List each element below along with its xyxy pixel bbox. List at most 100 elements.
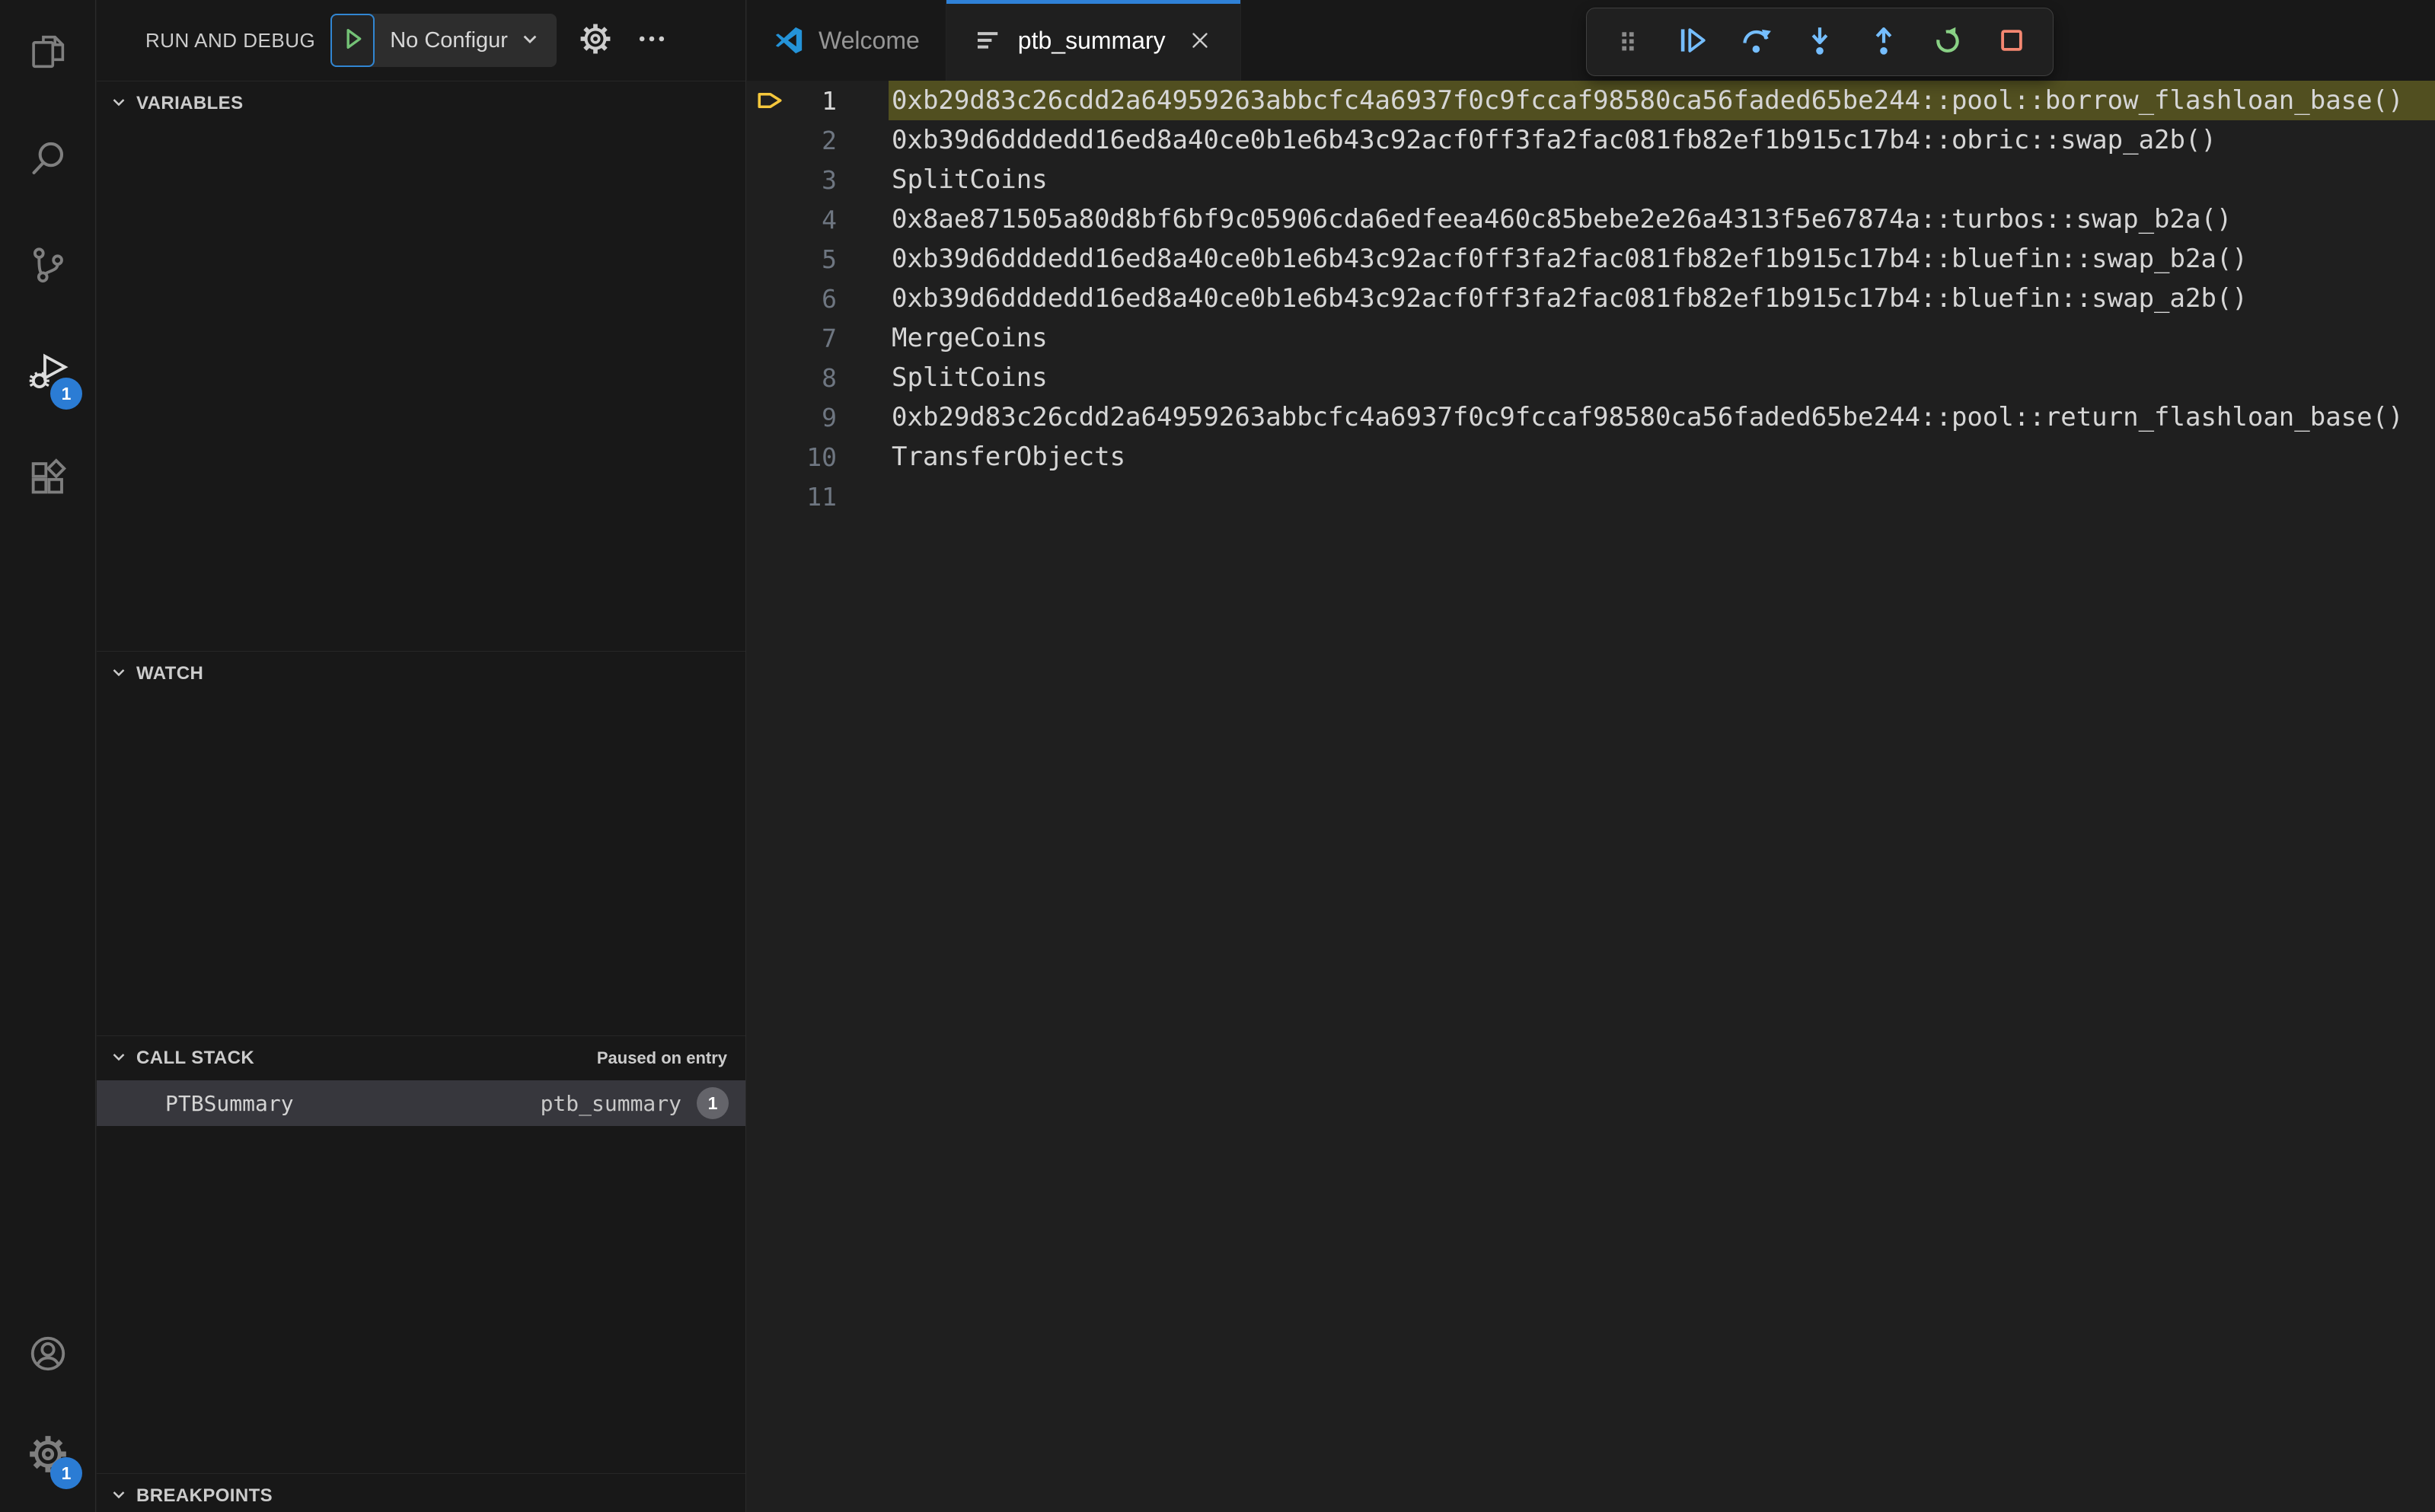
step-over-icon [1738,23,1773,62]
gripper-icon [1610,23,1645,62]
search-icon [27,138,69,183]
activity-bar-top: 1 [0,0,95,533]
code-text[interactable]: SplitCoins [889,358,2435,397]
continue-button[interactable] [1674,24,1710,60]
step-into-button[interactable] [1802,24,1838,60]
call-stack-status: Paused on entry [596,1048,727,1067]
continue-icon [1674,23,1709,62]
variables-section-header[interactable]: VARIABLES [97,81,745,126]
sidebar-header: RUN AND DEBUG No Configur [97,0,745,81]
call-stack-section-header[interactable]: CALL STACK Paused on entry [97,1036,745,1080]
debug-count-badge: 1 [50,378,82,410]
code-text[interactable]: 0x8ae871505a80d8bf6bf9c05906cda6edfeea46… [889,199,2435,239]
code-line: 9 0xb29d83c26cdd2a64959263abbcfc4a6937f0… [747,397,2435,437]
line-number[interactable]: 6 [747,284,837,314]
step-out-button[interactable] [1865,24,1902,60]
variables-section-label: VARIABLES [136,93,244,113]
activity-account-button[interactable] [0,1305,96,1405]
file-lines-icon [972,24,1004,56]
code-text[interactable]: TransferObjects [889,437,2435,477]
restart-icon [1930,23,1965,62]
gear-icon [579,22,612,59]
debug-config-dropdown[interactable]: No Configur [375,14,557,67]
line-number[interactable]: 4 [747,205,837,234]
debug-toolbar [1586,8,2054,76]
code-line: 2 0xb39d6dddedd16ed8a40ce0b1e6b43c92acf0… [747,120,2435,160]
call-stack-section: CALL STACK Paused on entry PTBSummary pt… [97,1035,745,1473]
code-line: 10 TransferObjects [747,437,2435,477]
line-number[interactable]: 3 [747,165,837,195]
chevron-down-icon [107,661,130,687]
call-stack-section-label: CALL STACK [136,1048,255,1068]
close-icon[interactable] [1186,26,1214,55]
code-line: 5 0xb39d6dddedd16ed8a40ce0b1e6b43c92acf0… [747,239,2435,279]
chevron-down-icon [107,1045,130,1072]
breakpoints-section-header[interactable]: BREAKPOINTS [97,1474,745,1512]
activity-extensions-button[interactable] [0,426,96,533]
variables-section: VARIABLES [97,81,745,651]
activity-run-and-debug-button[interactable]: 1 [0,320,96,426]
code-text[interactable]: SplitCoins [889,160,2435,199]
code-text[interactable]: 0xb29d83c26cdd2a64959263abbcfc4a6937f0c9… [889,81,2435,120]
activity-bar: 1 1 [0,0,96,1512]
tab-ptb-summary[interactable]: ptb_summary [946,0,1241,81]
step-over-button[interactable] [1738,24,1774,60]
debug-config-label: No Configur [390,27,508,53]
code-text[interactable]: 0xb39d6dddedd16ed8a40ce0b1e6b43c92acf0ff… [889,279,2435,318]
tab-welcome[interactable]: Welcome [747,0,946,81]
line-number[interactable]: 10 [747,442,837,472]
chevron-down-icon [107,1483,130,1510]
activity-bar-bottom: 1 [0,1305,95,1512]
vscode-logo-icon [773,24,805,56]
code-line: 6 0xb39d6dddedd16ed8a40ce0b1e6b43c92acf0… [747,279,2435,318]
editor-group: Welcome ptb_summary 1 0xb29d83c26cdd2a64… [747,0,2435,1512]
activity-explorer-button[interactable] [0,0,96,107]
stop-icon [1994,23,2029,62]
activity-settings-button[interactable]: 1 [0,1405,96,1506]
code-text[interactable]: MergeCoins [889,318,2435,358]
breakpoints-section: BREAKPOINTS [97,1473,745,1512]
debug-settings-gear-button[interactable] [578,23,613,58]
line-number[interactable]: 5 [747,244,837,274]
code-line: 7 MergeCoins [747,318,2435,358]
code-editor: 1 0xb29d83c26cdd2a64959263abbcfc4a6937f0… [747,81,2435,516]
code-text[interactable]: 0xb29d83c26cdd2a64959263abbcfc4a6937f0c9… [889,397,2435,437]
toolbar-drag-handle[interactable] [1610,24,1646,60]
activity-search-button[interactable] [0,107,96,213]
step-into-icon [1802,23,1837,62]
code-text[interactable] [889,477,2435,516]
debug-launch-control: No Configur [330,14,557,67]
line-number[interactable]: 11 [747,482,837,512]
code-line: 11 [747,477,2435,516]
start-debugging-icon [337,24,368,58]
tab-ptb-summary-label: ptb_summary [1017,26,1166,54]
code-line: 4 0x8ae871505a80d8bf6bf9c05906cda6edfeea… [747,199,2435,239]
settings-count-badge: 1 [50,1457,82,1489]
line-number[interactable]: 2 [747,126,837,155]
current-stack-frame-arrow-icon [753,84,787,117]
views-more-actions-button[interactable] [634,23,669,58]
code-line: 1 0xb29d83c26cdd2a64959263abbcfc4a6937f0… [747,81,2435,120]
line-number[interactable]: 8 [747,363,837,393]
watch-section: WATCH [97,651,745,1035]
code-text[interactable]: 0xb39d6dddedd16ed8a40ce0b1e6b43c92acf0ff… [889,120,2435,160]
ellipsis-icon [635,22,669,59]
start-debugging-button[interactable] [330,14,375,67]
chevron-down-icon [508,26,543,56]
breakpoints-section-label: BREAKPOINTS [136,1485,273,1506]
code-line: 3 SplitCoins [747,160,2435,199]
line-number[interactable]: 7 [747,324,837,353]
restart-button[interactable] [1929,24,1966,60]
call-stack-frame-row[interactable]: PTBSummary ptb_summary 1 [97,1080,745,1126]
code-line: 8 SplitCoins [747,358,2435,397]
watch-section-header[interactable]: WATCH [97,652,745,696]
line-number[interactable]: 9 [747,403,837,432]
stop-button[interactable] [1993,24,2030,60]
activity-source-control-button[interactable] [0,213,96,320]
step-out-icon [1866,23,1901,62]
tab-welcome-label: Welcome [819,26,920,54]
frame-name: PTBSummary [165,1090,294,1116]
sidebar-title: RUN AND DEBUG [145,28,316,52]
extensions-icon [27,458,69,502]
code-text[interactable]: 0xb39d6dddedd16ed8a40ce0b1e6b43c92acf0ff… [889,239,2435,279]
